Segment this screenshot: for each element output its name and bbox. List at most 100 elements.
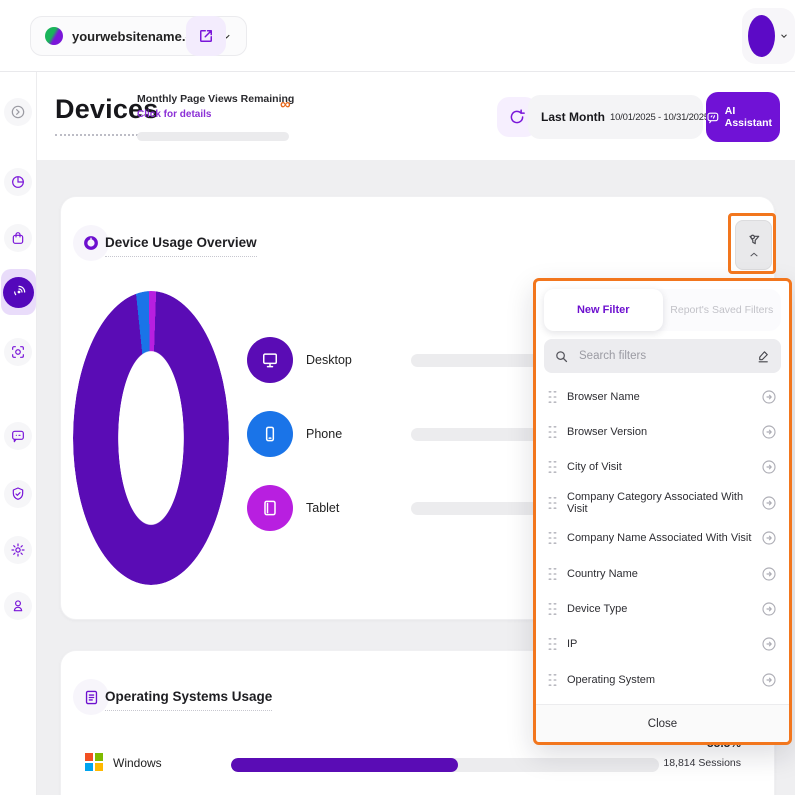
chevron-down-icon — [779, 31, 789, 41]
devices-radar-icon — [11, 284, 27, 300]
drag-handle-icon[interactable] — [548, 673, 557, 687]
sidebar-toggle[interactable] — [4, 98, 32, 126]
filter-tabs: New Filter Report's Saved Filters — [544, 289, 781, 331]
top-bar: yourwebsitename.com — [0, 0, 795, 72]
sidebar-item-settings[interactable] — [4, 536, 32, 564]
search-icon — [554, 349, 569, 364]
drag-handle-icon[interactable] — [548, 496, 557, 510]
refresh-icon — [508, 108, 526, 126]
shield-check-icon — [10, 486, 26, 502]
arrow-right-circle-icon[interactable] — [761, 495, 777, 511]
funnel-filter-icon — [746, 232, 762, 248]
filter-item-label: IP — [567, 638, 761, 650]
sidebar-item-devices-active[interactable] — [1, 269, 36, 315]
filter-list-item[interactable]: Operating System — [536, 662, 789, 697]
filter-list-item[interactable]: Country Name — [536, 556, 789, 591]
active-item-circle — [3, 277, 34, 308]
arrow-right-circle-icon[interactable] — [761, 636, 777, 652]
arrow-right-circle-icon[interactable] — [761, 530, 777, 546]
page-views-label: Monthly Page Views Remaining — [137, 93, 294, 105]
document-list-icon — [83, 689, 100, 706]
tab-new-filter[interactable]: New Filter — [544, 289, 663, 331]
filter-item-label: City of Visit — [567, 461, 761, 473]
phone-icon — [247, 411, 293, 457]
date-range-picker[interactable]: Last Month 10/01/2025 - 10/31/2025 — [528, 95, 703, 139]
filter-close-button[interactable]: Close — [536, 704, 789, 742]
drag-handle-icon[interactable] — [548, 531, 557, 545]
ai-assistant-label: AI Assistant — [725, 105, 780, 129]
sidebar-nav — [0, 72, 37, 795]
filter-item-label: Device Type — [567, 603, 761, 615]
filter-item-label: Country Name — [567, 568, 761, 580]
drag-handle-icon[interactable] — [548, 637, 557, 651]
legend-label: Tablet — [306, 501, 411, 515]
desktop-icon — [247, 337, 293, 383]
filter-list-item[interactable]: IP — [536, 627, 789, 662]
infinity-quota: ∞ — [280, 96, 291, 113]
filter-item-label: Browser Version — [567, 426, 761, 438]
arrow-right-circle-icon[interactable] — [761, 601, 777, 617]
filter-list-item[interactable]: Browser Name — [536, 379, 789, 414]
drag-handle-icon[interactable] — [548, 602, 557, 616]
sidebar-item-privacy[interactable] — [4, 480, 32, 508]
open-website-button[interactable] — [186, 16, 226, 56]
legend-label: Desktop — [306, 353, 411, 367]
filter-list: Browser Name Browser Version City of Vis… — [536, 379, 789, 698]
filter-list-item[interactable]: Browser Version — [536, 414, 789, 449]
drag-handle-icon[interactable] — [548, 390, 557, 404]
sidebar-item-support[interactable] — [4, 592, 32, 620]
filter-list-item[interactable]: Company Name Associated With Visit — [536, 521, 789, 556]
donut-chart-icon — [82, 234, 100, 252]
account-menu[interactable] — [742, 8, 795, 64]
drag-handle-icon[interactable] — [548, 567, 557, 581]
filter-list-item[interactable]: Company Category Associated With Visit — [536, 485, 789, 520]
filter-list-item[interactable]: City of Visit — [536, 450, 789, 485]
card-icon-wrap — [73, 679, 109, 715]
sidebar-item-analytics[interactable] — [4, 168, 32, 196]
arrow-right-circle-icon[interactable] — [761, 672, 777, 688]
arrow-right-circle-icon[interactable] — [761, 459, 777, 475]
filter-list-item[interactable]: Device Type — [536, 591, 789, 626]
legend-label: Phone — [306, 427, 411, 441]
sidebar-item-ecommerce[interactable] — [4, 224, 32, 252]
os-card-title: Operating Systems Usage — [105, 689, 272, 711]
date-range-value: 10/01/2025 - 10/31/2025 — [610, 112, 709, 123]
settings-gear-icon — [10, 542, 26, 558]
windows-usage-bar — [231, 758, 659, 772]
app-window: yourwebsitename.com — [0, 0, 795, 795]
clear-search-icon[interactable] — [756, 349, 771, 364]
external-link-icon — [197, 27, 215, 45]
support-pin-icon — [10, 598, 26, 614]
arrow-right-circle-icon[interactable] — [761, 389, 777, 405]
chat-icon — [10, 428, 26, 444]
page-views-details-link[interactable]: Click for details — [137, 109, 211, 120]
os-row-label: Windows — [113, 756, 162, 770]
sidebar-item-behaviour[interactable] — [4, 338, 32, 366]
device-usage-donut[interactable] — [73, 291, 229, 585]
tab-saved-filters[interactable]: Report's Saved Filters — [663, 289, 782, 331]
drag-handle-icon[interactable] — [548, 460, 557, 474]
ai-chat-icon — [706, 110, 720, 125]
pie-chart-icon — [10, 174, 26, 190]
user-avatar — [748, 15, 775, 57]
search-input[interactable] — [577, 349, 748, 363]
arrow-right-circle-icon[interactable] — [761, 424, 777, 440]
tablet-icon — [247, 485, 293, 531]
filter-panel: New Filter Report's Saved Filters Browse… — [533, 278, 792, 745]
shopping-bag-icon — [10, 230, 26, 246]
ai-assistant-button[interactable]: AI Assistant — [706, 92, 780, 142]
sidebar-item-communication[interactable] — [4, 422, 32, 450]
device-card-title: Device Usage Overview — [105, 235, 257, 257]
filter-item-label: Company Name Associated With Visit — [567, 532, 761, 544]
drag-handle-icon[interactable] — [548, 425, 557, 439]
windows-sessions: 18,814 Sessions — [663, 757, 741, 769]
arrow-right-circle-icon[interactable] — [761, 566, 777, 582]
page-views-progress-bar — [137, 132, 289, 141]
panel-toggle-icon — [10, 104, 26, 120]
windows-logo-icon — [85, 753, 103, 771]
filter-search[interactable] — [544, 339, 781, 373]
filter-item-label: Company Category Associated With Visit — [567, 491, 761, 515]
scan-icon — [10, 344, 26, 360]
filter-toggle-button[interactable] — [735, 220, 772, 270]
card-icon-wrap — [73, 225, 109, 261]
